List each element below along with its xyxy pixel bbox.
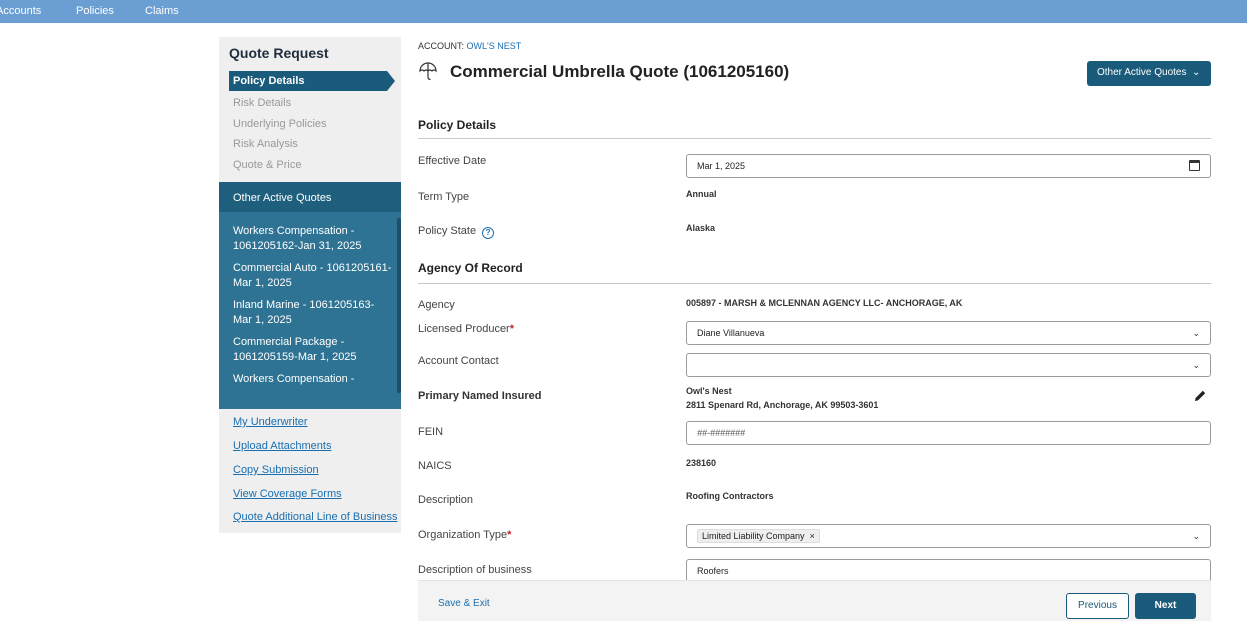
organization-type-chip[interactable]: Limited Liability Company × bbox=[697, 529, 820, 543]
policy-state-label: Policy State? bbox=[418, 225, 495, 239]
organization-type-select[interactable]: Limited Liability Company × ⌄ bbox=[686, 524, 1211, 548]
section-divider bbox=[418, 138, 1211, 139]
insured-name-value: Owl's Nest bbox=[686, 386, 732, 396]
organization-type-label: Organization Type* bbox=[418, 529, 511, 541]
account-breadcrumb: ACCOUNT: OWL'S NEST bbox=[418, 41, 521, 51]
save-exit-button[interactable]: Save & Exit bbox=[438, 598, 490, 609]
sidebar-step-risk-analysis[interactable]: Risk Analysis bbox=[233, 138, 298, 150]
account-contact-select[interactable]: ⌄ bbox=[686, 353, 1211, 377]
agency-value: 005897 - MARSH & MCLENNAN AGENCY LLC- AN… bbox=[686, 298, 963, 308]
policy-state-label-text: Policy State bbox=[418, 225, 477, 237]
naics-value: 238160 bbox=[686, 458, 717, 468]
licensed-producer-select[interactable]: Diane Villanueva ⌄ bbox=[686, 321, 1211, 345]
effective-date-input[interactable]: Mar 1, 2025 bbox=[686, 154, 1211, 178]
other-quote-item[interactable]: Commercial Auto - 1061205161-Mar 1, 2025 bbox=[233, 261, 393, 291]
top-nav-bar: Accounts Policies Claims bbox=[0, 0, 1247, 23]
sidebar-step-quote-price[interactable]: Quote & Price bbox=[233, 159, 301, 171]
chevron-down-icon: ⌄ bbox=[1189, 67, 1201, 78]
nav-policies[interactable]: Policies bbox=[76, 5, 114, 17]
naics-label: NAICS bbox=[418, 460, 452, 472]
description-label: Description bbox=[418, 494, 474, 506]
term-type-label: Term Type bbox=[418, 191, 470, 203]
primary-named-insured-label: Primary Named Insured bbox=[418, 390, 542, 402]
chevron-down-icon: ⌄ bbox=[1192, 531, 1200, 541]
other-quote-item[interactable]: Workers Compensation - 1061205162-Jan 31… bbox=[233, 224, 393, 254]
policy-details-heading: Policy Details bbox=[418, 118, 497, 132]
account-label: ACCOUNT: bbox=[418, 41, 465, 51]
required-marker: * bbox=[507, 529, 512, 541]
view-coverage-forms-link[interactable]: View Coverage Forms bbox=[233, 488, 342, 500]
previous-button[interactable]: Previous bbox=[1066, 593, 1129, 619]
nav-claims[interactable]: Claims bbox=[145, 5, 179, 17]
other-quote-item[interactable]: Inland Marine - 1061205163-Mar 1, 2025 bbox=[233, 298, 393, 328]
sidebar-step-risk-details[interactable]: Risk Details bbox=[233, 97, 291, 109]
description-value: Roofing Contractors bbox=[686, 491, 774, 501]
other-quote-item[interactable]: Commercial Package - 1061205159-Mar 1, 2… bbox=[233, 335, 393, 365]
sidebar-step-policy-details[interactable]: Policy Details bbox=[229, 71, 395, 91]
account-contact-label: Account Contact bbox=[418, 355, 499, 367]
other-active-quotes-button-label: Other Active Quotes bbox=[1097, 67, 1187, 78]
insured-address-value: 2811 Spenard Rd, Anchorage, AK 99503-360… bbox=[686, 400, 879, 410]
edit-pencil-icon[interactable] bbox=[1193, 389, 1207, 403]
effective-date-value: Mar 1, 2025 bbox=[697, 161, 746, 171]
help-icon[interactable]: ? bbox=[482, 227, 495, 239]
upload-attachments-link[interactable]: Upload Attachments bbox=[233, 440, 331, 452]
fein-placeholder: ##-####### bbox=[697, 428, 746, 438]
agency-label: Agency bbox=[418, 299, 455, 311]
policy-state-value: Alaska bbox=[686, 223, 716, 233]
other-active-quotes-button[interactable]: Other Active Quotes ⌄ bbox=[1087, 61, 1211, 86]
fein-input[interactable]: ##-####### bbox=[686, 421, 1211, 445]
my-underwriter-link[interactable]: My Underwriter bbox=[233, 416, 308, 428]
quote-additional-lob-link[interactable]: Quote Additional Line of Business bbox=[233, 511, 398, 523]
organization-type-label-text: Organization Type bbox=[418, 529, 508, 541]
calendar-icon[interactable] bbox=[1189, 160, 1200, 171]
licensed-producer-label: Licensed Producer* bbox=[418, 323, 514, 335]
term-type-value: Annual bbox=[686, 189, 717, 199]
copy-submission-link[interactable]: Copy Submission bbox=[233, 464, 319, 476]
nav-accounts[interactable]: Accounts bbox=[0, 5, 41, 17]
footer-action-bar: Save & Exit Previous Next bbox=[418, 580, 1211, 621]
other-quotes-scrollbar[interactable] bbox=[397, 218, 401, 393]
next-button[interactable]: Next bbox=[1135, 593, 1196, 619]
page-title: Commercial Umbrella Quote (1061205160) bbox=[450, 62, 790, 81]
agency-of-record-heading: Agency Of Record bbox=[418, 261, 523, 275]
sidebar-title: Quote Request bbox=[229, 45, 329, 61]
other-active-quotes-list: Workers Compensation - 1061205162-Jan 31… bbox=[219, 212, 401, 409]
description-of-business-label: Description of business bbox=[418, 564, 532, 576]
required-marker: * bbox=[509, 323, 515, 335]
remove-chip-icon[interactable]: × bbox=[807, 531, 815, 541]
umbrella-icon bbox=[419, 62, 437, 81]
organization-type-value: Limited Liability Company bbox=[702, 531, 805, 541]
other-quote-item[interactable]: Workers Compensation - bbox=[233, 372, 393, 387]
licensed-producer-value: Diane Villanueva bbox=[697, 328, 765, 338]
chevron-down-icon: ⌄ bbox=[1192, 328, 1200, 338]
chevron-down-icon: ⌄ bbox=[1192, 360, 1200, 370]
description-of-business-value: Roofers bbox=[697, 566, 729, 576]
account-name-link[interactable]: OWL'S NEST bbox=[467, 41, 522, 51]
sidebar-step-underlying-policies[interactable]: Underlying Policies bbox=[233, 118, 327, 130]
licensed-producer-label-text: Licensed Producer bbox=[418, 323, 510, 335]
quote-request-sidebar: Quote Request Policy Details Risk Detail… bbox=[219, 37, 401, 533]
fein-label: FEIN bbox=[418, 426, 444, 438]
effective-date-label: Effective Date bbox=[418, 155, 487, 167]
other-active-quotes-header: Other Active Quotes bbox=[219, 182, 401, 212]
section-divider bbox=[418, 283, 1211, 284]
